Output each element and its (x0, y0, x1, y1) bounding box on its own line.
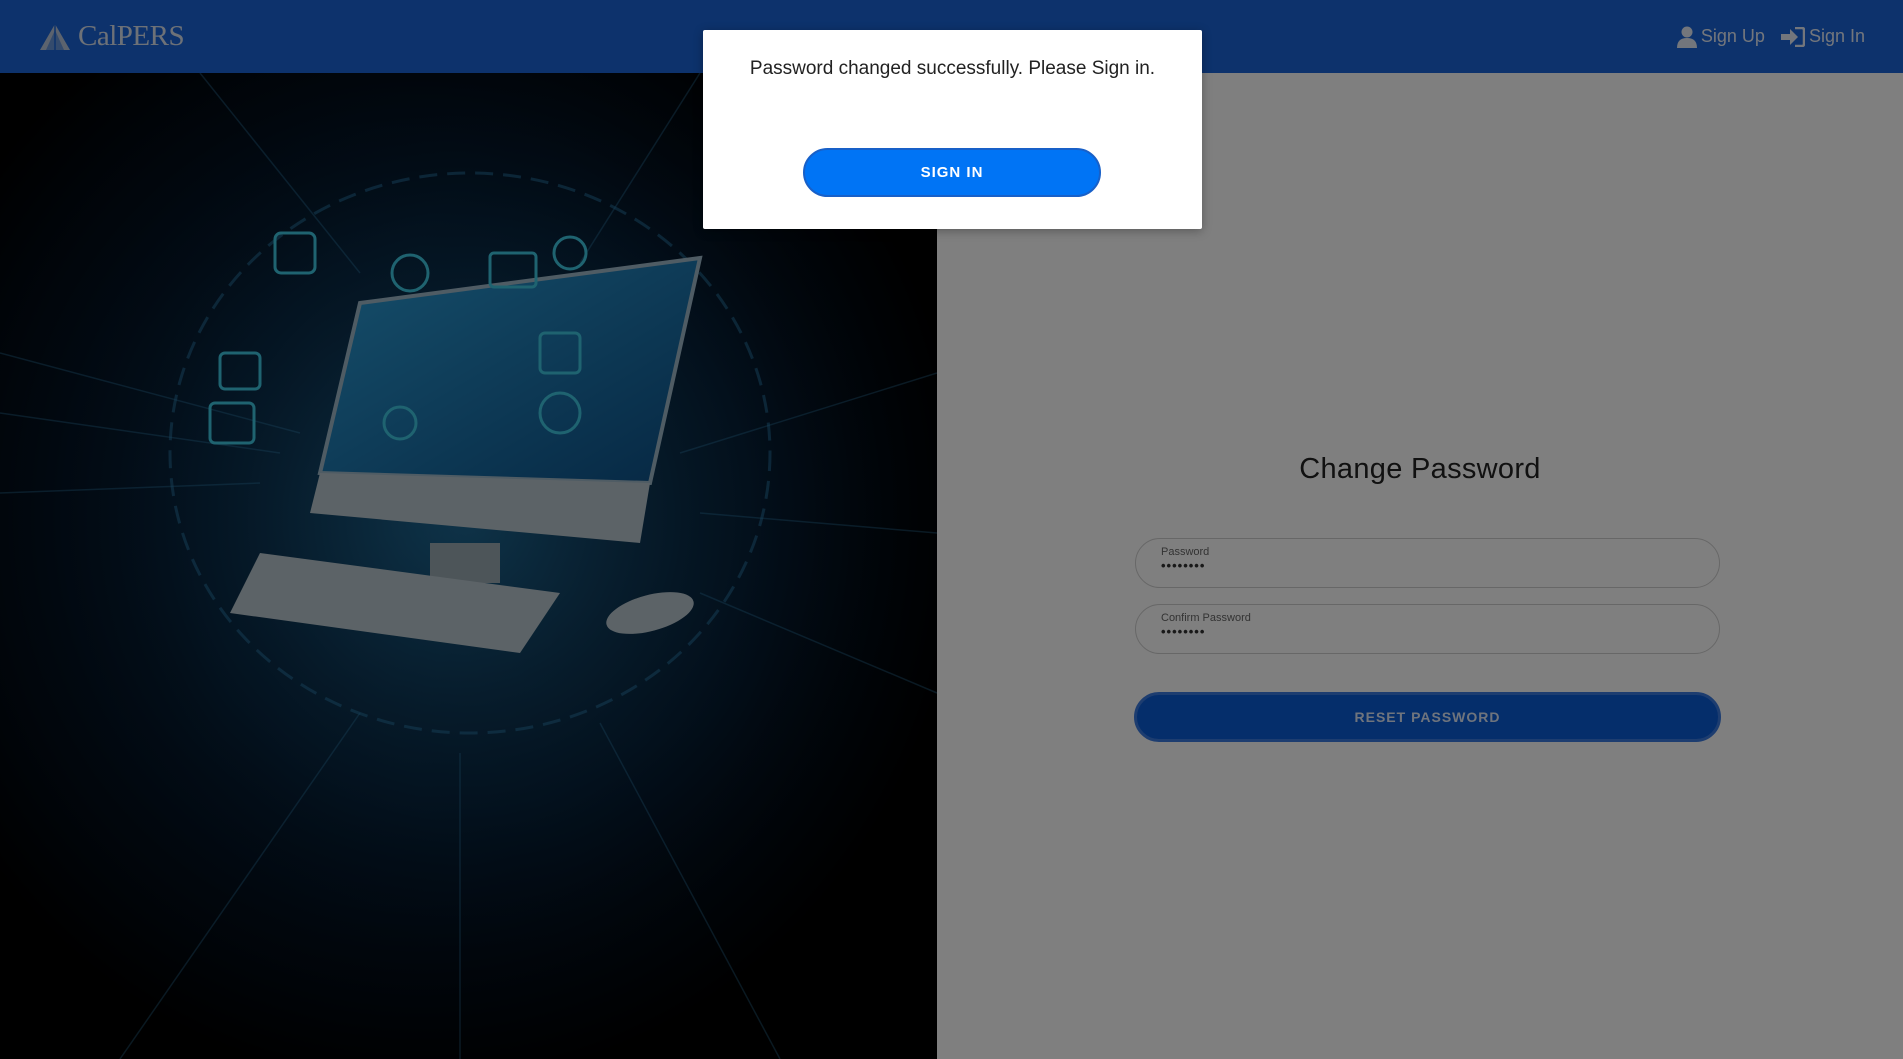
sign-in-button[interactable]: SIGN IN (803, 148, 1101, 197)
success-modal: Password changed successfully. Please Si… (703, 30, 1202, 229)
modal-message: Password changed successfully. Please Si… (749, 58, 1156, 79)
